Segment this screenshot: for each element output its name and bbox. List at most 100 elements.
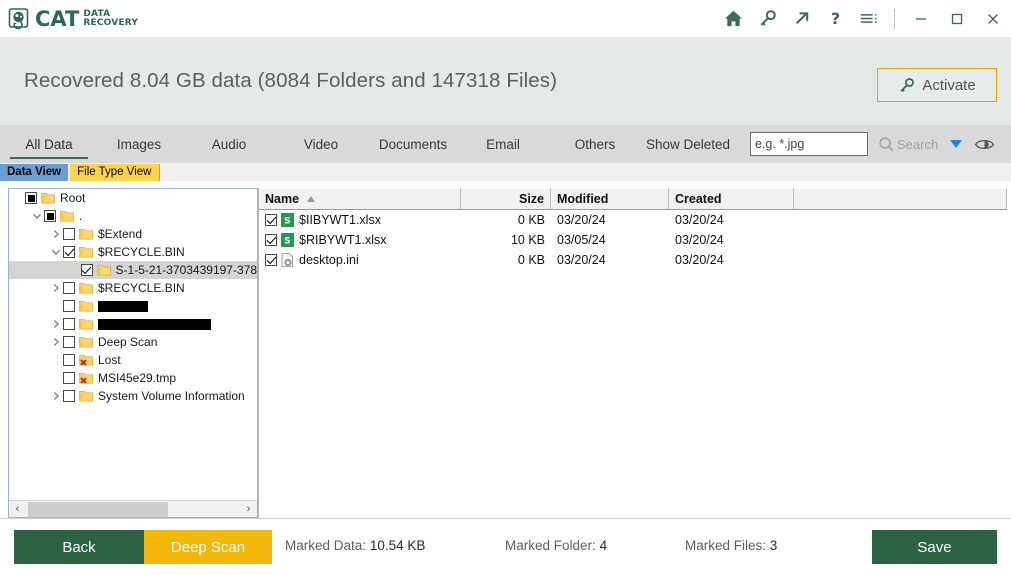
twisty-spacer: [49, 351, 63, 369]
tab-others[interactable]: Others: [560, 125, 630, 163]
search-button[interactable]: Search: [878, 136, 938, 153]
table-row[interactable]: S $IIBYWT1.xlsx 0 KB 03/20/24 03/20/24: [259, 210, 1007, 230]
folder-icon: [79, 246, 93, 258]
close-button[interactable]: [975, 0, 1011, 37]
file-size: 0 KB: [517, 213, 545, 227]
tree-item-checkbox[interactable]: [63, 390, 75, 402]
home-icon[interactable]: [716, 0, 750, 37]
column-header-modified[interactable]: Modified: [551, 188, 669, 209]
file-list-body: S $IIBYWT1.xlsx 0 KB 03/20/24 03/20/24 S $RIBY…: [259, 210, 1007, 270]
tree-item-checkbox[interactable]: [80, 264, 93, 276]
save-button[interactable]: Save: [872, 530, 997, 564]
column-header-created[interactable]: Created: [669, 188, 794, 209]
maximize-button[interactable]: [939, 0, 975, 37]
folder-icon: [41, 192, 55, 204]
tree-item[interactable]: [9, 297, 257, 315]
tree-item-checkbox[interactable]: [63, 282, 75, 294]
column-header-label: Modified: [557, 191, 609, 206]
titlebar-divider: [894, 8, 895, 29]
xlsx-file-icon: S: [281, 233, 294, 247]
twisty-spacer: [49, 369, 63, 387]
scrollbar-track[interactable]: [26, 500, 240, 517]
tree-item-label: MSI45e29.tmp: [98, 371, 177, 385]
brand-sub-line2: RECOVERY: [83, 18, 139, 28]
tab-video[interactable]: Video: [284, 125, 358, 163]
tree-item-checkbox[interactable]: [63, 336, 75, 348]
file-row-checkbox[interactable]: [265, 214, 277, 226]
tree-item[interactable]: $Extend: [9, 225, 257, 243]
redacted-label: [98, 300, 148, 312]
tab-email[interactable]: Email: [468, 125, 538, 163]
activate-button[interactable]: Activate: [877, 68, 997, 102]
search-input[interactable]: [750, 132, 868, 156]
table-row[interactable]: desktop.ini 0 KB 03/20/24 03/20/24: [259, 250, 1007, 270]
sort-ascending-icon: [307, 195, 316, 202]
tab-documents[interactable]: Documents: [368, 125, 458, 163]
minimize-button[interactable]: [903, 0, 939, 37]
view-mode-tabs: Data View File Type View: [0, 163, 1011, 181]
tree-item-checkbox[interactable]: [63, 318, 75, 330]
back-button[interactable]: Back: [14, 530, 144, 564]
scroll-left-arrow-icon[interactable]: ‹: [9, 501, 26, 518]
tree-item-checkbox[interactable]: [63, 228, 75, 240]
key-icon[interactable]: [750, 0, 784, 37]
menu-icon[interactable]: [852, 0, 886, 37]
tree-item[interactable]: System Volume Information: [9, 387, 257, 405]
tree-item-label: .: [79, 209, 83, 223]
folder-icon: [96, 264, 111, 276]
tab-all-data[interactable]: All Data: [8, 125, 90, 163]
tree-item-checkbox[interactable]: [63, 300, 75, 312]
tab-label: Others: [574, 136, 616, 152]
tree-item[interactable]: $RECYCLE.BIN: [9, 279, 257, 297]
tree-item[interactable]: S-1-5-21-3703439197-378: [9, 261, 257, 279]
redacted-label: [98, 318, 211, 330]
tree-item-checkbox[interactable]: [63, 354, 75, 366]
tree-horizontal-scrollbar[interactable]: ‹ ›: [9, 500, 257, 517]
table-row[interactable]: S $RIBYWT1.xlsx 10 KB 03/05/24 03/20/24: [259, 230, 1007, 250]
tree-item-checkbox[interactable]: [63, 372, 75, 384]
tree-item-checkbox[interactable]: [44, 210, 56, 222]
tab-file-type-view[interactable]: File Type View: [70, 164, 160, 181]
marked-folder-value: 4: [599, 538, 608, 553]
tree-item[interactable]: Deep Scan: [9, 333, 257, 351]
tree-item[interactable]: Root: [9, 189, 257, 207]
file-row-checkbox[interactable]: [265, 234, 277, 246]
tab-data-view[interactable]: Data View: [0, 164, 69, 181]
tab-label: Show Deleted: [645, 136, 731, 152]
tree-item[interactable]: .: [9, 207, 257, 225]
column-header-blank[interactable]: [794, 188, 1007, 209]
tree-item-label: Deep Scan: [98, 335, 158, 349]
column-header-size[interactable]: Size: [461, 188, 551, 209]
scroll-right-arrow-icon[interactable]: ›: [240, 501, 257, 518]
chevron-down-icon[interactable]: [49, 243, 63, 261]
twisty-spacer: [68, 261, 81, 279]
tab-audio[interactable]: Audio: [192, 125, 266, 163]
scrollbar-thumb[interactable]: [28, 501, 168, 517]
column-header-name[interactable]: Name: [259, 188, 461, 209]
tab-images[interactable]: Images: [100, 125, 178, 163]
chevron-right-icon[interactable]: [49, 333, 63, 351]
chevron-right-icon[interactable]: [49, 387, 63, 405]
file-row-checkbox[interactable]: [265, 254, 277, 266]
tree-item-checkbox[interactable]: [25, 192, 37, 204]
tree-item[interactable]: [9, 315, 257, 333]
eye-icon[interactable]: [974, 137, 995, 152]
folder-icon: [60, 210, 74, 222]
chevron-right-icon[interactable]: [49, 279, 63, 297]
tree-item[interactable]: MSI45e29.tmp: [9, 369, 257, 387]
chevron-down-icon[interactable]: [950, 140, 963, 148]
tree-item[interactable]: Lost: [9, 351, 257, 369]
status-banner: Recovered 8.04 GB data (8084 Folders and…: [0, 37, 1011, 125]
tree-item-checkbox[interactable]: [63, 246, 75, 258]
tree-item[interactable]: $RECYCLE.BIN: [9, 243, 257, 261]
tab-show-deleted[interactable]: Show Deleted: [634, 125, 742, 163]
chevron-down-icon[interactable]: [30, 207, 44, 225]
chevron-right-icon[interactable]: [49, 225, 63, 243]
twisty-spacer: [49, 297, 63, 315]
help-icon[interactable]: ?: [818, 0, 852, 37]
deep-scan-button[interactable]: Deep Scan: [144, 530, 272, 564]
chevron-right-icon[interactable]: [49, 315, 63, 333]
upgrade-arrow-icon[interactable]: [784, 0, 818, 37]
tree-item-label: System Volume Information: [98, 389, 245, 403]
category-tab-bar: All Data Images Audio Video Documents Email Ot…: [0, 125, 1011, 163]
